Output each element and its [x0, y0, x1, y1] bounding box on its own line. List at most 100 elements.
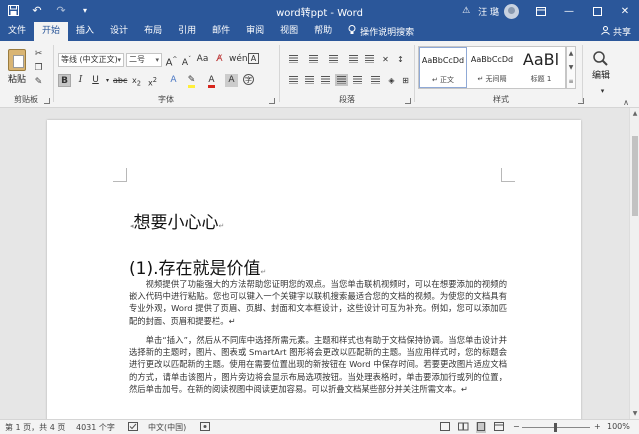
word-count[interactable]: 4031 个字 — [76, 422, 115, 433]
phonetic-guide-icon[interactable]: wén — [229, 53, 248, 66]
share-label: 共享 — [612, 28, 631, 38]
share-person-icon — [601, 25, 610, 38]
character-border-icon[interactable]: A — [248, 53, 259, 64]
print-layout-icon[interactable] — [476, 422, 486, 433]
borders-icon[interactable]: ⊞ — [399, 74, 412, 87]
font-group-label: 字体 — [158, 95, 174, 104]
numbering-icon[interactable] — [307, 53, 320, 65]
zoom-in-icon[interactable]: + — [594, 422, 601, 431]
align-center-icon[interactable] — [303, 74, 316, 86]
chevron-down-icon[interactable]: ▾ — [596, 85, 609, 98]
tab-help[interactable]: 帮助 — [306, 22, 340, 41]
shading-icon[interactable]: ◈ — [385, 74, 398, 87]
clipboard-group: 粘贴 ✂ ❐ ✎ 剪贴板 — [0, 43, 52, 106]
minimize-icon[interactable]: — — [555, 0, 583, 22]
editing-search-icon[interactable] — [590, 49, 612, 69]
language[interactable]: 中文(中国) — [148, 422, 186, 433]
maximize-icon[interactable] — [583, 0, 611, 22]
align-left-icon[interactable] — [287, 74, 300, 86]
ribbon-display-options-icon[interactable] — [527, 0, 555, 22]
focus-mode-icon[interactable] — [440, 422, 450, 433]
paste-label[interactable]: 粘贴 — [8, 72, 26, 85]
document-page[interactable]: ◂想要小心心↵ (1).存在就是价值↵ 视频提供了功能强大的方法帮助您证明您的观… — [47, 120, 581, 419]
tab-home[interactable]: 开始 — [34, 22, 69, 41]
bold-button[interactable]: B — [58, 74, 71, 87]
zoom-out-icon[interactable]: − — [513, 422, 520, 431]
page-count[interactable]: 第 1 页，共 4 页 — [5, 422, 65, 433]
tab-references[interactable]: 引用 — [170, 22, 204, 41]
share-button[interactable]: 共享 — [601, 25, 631, 38]
multilevel-list-icon[interactable] — [327, 53, 340, 65]
read-mode-icon[interactable] — [458, 422, 469, 433]
scroll-up-icon[interactable]: ▲ — [630, 110, 639, 117]
proofing-icon[interactable] — [128, 422, 138, 433]
close-icon[interactable]: ✕ — [611, 0, 639, 22]
tab-view[interactable]: 视图 — [272, 22, 306, 41]
clear-format-icon[interactable]: A̸ — [213, 53, 226, 66]
increase-indent-icon[interactable] — [363, 53, 376, 65]
tab-insert[interactable]: 插入 — [68, 22, 102, 41]
align-right-icon[interactable] — [319, 74, 332, 86]
line-spacing-icon[interactable] — [369, 74, 382, 86]
sort-icon[interactable]: ↕ — [394, 53, 407, 66]
undo-icon[interactable]: ↶ — [30, 3, 44, 17]
subscript-button[interactable]: x2 — [130, 74, 143, 88]
divider — [279, 45, 280, 102]
shrink-font-icon[interactable]: Aˇ — [180, 53, 193, 68]
web-layout-icon[interactable] — [494, 422, 504, 433]
tab-layout[interactable]: 布局 — [136, 22, 170, 41]
tell-me-search[interactable]: 操作说明搜索 — [340, 22, 422, 41]
body-paragraph[interactable]: 单击“插入”，然后从不同库中选择所需元素。主题和样式也有助于文档保持协调。当您单… — [129, 334, 507, 395]
save-icon[interactable] — [6, 3, 20, 17]
customize-qat-icon[interactable]: ▾ — [78, 3, 92, 17]
bullets-icon[interactable] — [287, 53, 300, 65]
font-size-combo[interactable]: 二号 ▾ — [126, 53, 162, 67]
scroll-thumb[interactable] — [632, 136, 638, 216]
redo-icon[interactable]: ↷ — [54, 3, 68, 17]
font-launcher-icon[interactable] — [269, 98, 275, 104]
vertical-scrollbar[interactable]: ▲ ▼ — [629, 108, 639, 419]
tab-file[interactable]: 文件 — [0, 22, 34, 41]
collapse-ribbon-icon[interactable]: ∧ — [623, 98, 629, 107]
change-case-icon[interactable]: Aa — [196, 53, 209, 66]
text-effects-icon[interactable]: A — [167, 74, 180, 87]
decrease-indent-icon[interactable] — [347, 53, 360, 65]
copy-icon[interactable]: ❐ — [33, 63, 44, 73]
user-account[interactable]: ⚠ 汪 璐 — [459, 3, 519, 19]
zoom-level[interactable]: 100% — [607, 422, 630, 431]
grow-font-icon[interactable]: A^ — [165, 53, 178, 68]
font-name-combo[interactable]: 等线 (中文正文) ▾ — [58, 53, 124, 67]
scroll-down-icon[interactable]: ▼ — [630, 410, 639, 417]
character-shading-icon[interactable]: A — [225, 74, 238, 87]
superscript-button[interactable]: x2 — [146, 74, 159, 88]
cut-icon[interactable]: ✂ — [33, 49, 44, 59]
italic-button[interactable]: I — [74, 74, 87, 87]
font-color-icon[interactable]: A — [205, 74, 218, 88]
enclose-characters-icon[interactable]: 字 — [243, 74, 254, 85]
tab-mailings[interactable]: 邮件 — [204, 22, 238, 41]
clipboard-launcher-icon[interactable] — [44, 98, 50, 104]
paste-icon[interactable] — [8, 49, 26, 71]
macro-icon[interactable] — [200, 422, 210, 433]
lightbulb-icon — [348, 25, 356, 38]
highlight-icon[interactable]: ✎ — [185, 74, 198, 88]
status-bar: 第 1 页，共 4 页 4031 个字 中文(中国) − + 100% — [0, 419, 639, 434]
avatar — [504, 3, 519, 19]
strikethrough-button[interactable]: abc — [113, 74, 127, 87]
styles-launcher-icon[interactable] — [578, 98, 584, 104]
heading-1[interactable]: ◂想要小心心↵ — [130, 208, 224, 233]
tab-review[interactable]: 审阅 — [238, 22, 272, 41]
tab-design[interactable]: 设计 — [102, 22, 136, 41]
zoom-slider-handle[interactable] — [554, 423, 557, 432]
body-paragraph[interactable]: 视频提供了功能强大的方法帮助您证明您的观点。当您单击联机视频时，可以在想要添加的… — [129, 278, 507, 327]
justify-icon[interactable] — [335, 74, 348, 86]
distributed-icon[interactable] — [351, 74, 364, 86]
editing-button[interactable]: 编辑 — [592, 68, 610, 81]
format-painter-icon[interactable]: ✎ — [33, 77, 44, 87]
styles-group-label: 样式 — [493, 95, 509, 104]
warning-icon: ⚠ — [462, 6, 471, 16]
chinese-layout-icon[interactable]: ✕ — [379, 53, 392, 66]
styles-group: 样式 — [416, 43, 586, 106]
paragraph-launcher-icon[interactable] — [405, 98, 411, 104]
heading-2[interactable]: (1).存在就是价值↵ — [129, 254, 266, 279]
